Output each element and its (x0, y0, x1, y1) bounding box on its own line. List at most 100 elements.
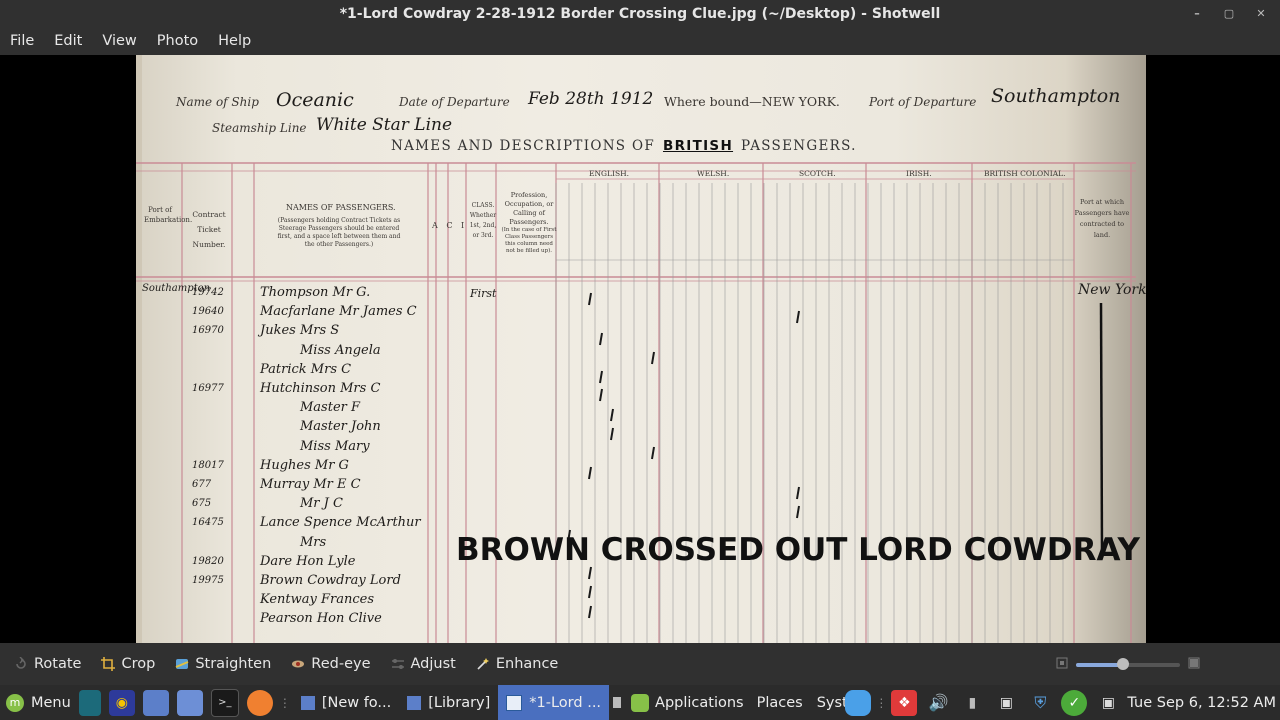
row-ticket: 19820 (192, 555, 224, 567)
launcher-firefox[interactable] (243, 685, 277, 720)
tray-cloud[interactable] (841, 685, 875, 720)
tray-camera[interactable]: ▣ (989, 685, 1023, 720)
launcher-folder[interactable] (173, 685, 207, 720)
menu-file[interactable]: File (0, 33, 44, 49)
redeye-label: Red-eye (311, 656, 371, 672)
zoom-in-icon[interactable] (1188, 657, 1200, 673)
col-group-english: ENGLISH. (589, 169, 630, 178)
zoom-out-icon[interactable] (1056, 657, 1068, 673)
task-shotwell-label: *1-Lord ... (529, 694, 602, 711)
rotate-button[interactable]: Rotate (14, 656, 81, 672)
rotate-icon (14, 657, 28, 671)
row-passenger-name: Mr J C (300, 496, 343, 512)
launcher-vpn[interactable]: ◉ (105, 685, 139, 720)
task-library-icon (407, 695, 422, 710)
tally-mark (588, 585, 592, 599)
launcher-terminal[interactable]: >_ (207, 685, 243, 720)
clock[interactable]: Tue Sep 6, 12:52 AM (1125, 685, 1280, 720)
task-shotwell-icon (506, 694, 523, 711)
firefox-icon (246, 689, 273, 716)
row-passenger-name: Brown Cowdray Lord (260, 573, 401, 588)
col-contract-ticket: Contract Ticket Number. (192, 210, 226, 249)
volume-icon: 🔊 (928, 693, 949, 712)
network-icon: ▣ (1101, 694, 1116, 711)
tally-mark (796, 505, 800, 519)
task-library-label: [Library] (428, 694, 491, 711)
row-passenger-name: Master John (300, 419, 381, 435)
row-ticket: 675 (192, 498, 212, 510)
col-profession-note: (In the case of First Class Passengers t… (501, 227, 557, 254)
zoom-slider[interactable] (1076, 658, 1180, 670)
enhance-icon (476, 657, 490, 671)
rotate-label: Rotate (34, 656, 82, 672)
row-passenger-name: Jukes Mrs S (260, 323, 340, 339)
adjust-label: Adjust (410, 656, 456, 672)
mint-logo-icon: m (6, 693, 24, 712)
adjust-button[interactable]: Adjust (391, 656, 456, 672)
task-new-folder[interactable]: [New fo... (293, 685, 399, 720)
tray-network[interactable]: ▣ (1091, 685, 1125, 720)
row-ticket: 16475 (192, 517, 224, 529)
update-check-icon: ✓ (1061, 689, 1088, 716)
tally-mark (651, 446, 655, 460)
straighten-button[interactable]: Straighten (175, 656, 271, 672)
launcher-files[interactable] (139, 685, 173, 720)
col-group-british-colonial: BRITISH COLONIAL. (984, 169, 1066, 178)
row-passenger-name: Patrick Mrs C (260, 361, 352, 377)
row-passenger-name: Master F (300, 400, 361, 416)
task-library[interactable]: [Library] (399, 685, 498, 720)
anydesk-icon: ❖ (891, 689, 918, 716)
applications-menu[interactable]: Applications (625, 685, 750, 720)
menu-help[interactable]: Help (208, 33, 261, 49)
window-title: *1-Lord Cowdray 2-28-1912 Border Crossin… (339, 5, 941, 22)
enhance-button[interactable]: Enhance (476, 656, 558, 672)
straighten-icon (175, 657, 189, 671)
row-passenger-name: Hughes Mr G (260, 457, 349, 473)
folder-open-icon (176, 689, 203, 716)
row-passenger-name: Kentway Frances (260, 592, 375, 608)
tray-volume[interactable]: 🔊 (921, 685, 955, 720)
trash-icon (613, 697, 622, 708)
zoom-control[interactable] (1056, 657, 1200, 673)
photo-viewer[interactable]: Name of Ship Oceanic Date of Departure F… (0, 55, 1280, 643)
vpn-icon: ◉ (108, 689, 135, 716)
redeye-button[interactable]: Red-eye (291, 656, 371, 672)
row-passenger-name: Mrs (300, 534, 327, 550)
caption-overlay: BROWN CROSSED OUT LORD COWDRAY (456, 532, 1140, 568)
applications-label: Applications (655, 694, 744, 711)
trash-applet[interactable] (609, 685, 625, 720)
tally-mark (588, 605, 592, 619)
edit-toolbar: Rotate Crop Straighten Red-eye Adjust En… (0, 643, 1280, 685)
col-passenger-names: NAMES OF PASSENGERS. (286, 203, 396, 212)
tally-mark (599, 332, 603, 346)
zoom-slider-fill (1076, 663, 1123, 667)
places-menu[interactable]: Places (750, 685, 810, 720)
tray-separator: ⋮ (875, 695, 888, 710)
close-button[interactable]: ✕ (1252, 4, 1270, 22)
col-group-irish: IRISH. (906, 169, 932, 178)
tray-clipboard[interactable]: ▮ (955, 685, 989, 720)
redeye-icon (291, 657, 305, 671)
col-group-welsh: WELSH. (697, 169, 730, 178)
menu-edit[interactable]: Edit (44, 33, 92, 49)
tray-shield[interactable]: ⛨ (1023, 685, 1057, 720)
zoom-slider-knob[interactable] (1116, 658, 1129, 670)
tray-update[interactable]: ✓ (1057, 685, 1091, 720)
crop-icon (101, 657, 116, 671)
restore-button[interactable]: ▢ (1220, 4, 1238, 22)
row-ticket: 19742 (192, 287, 224, 298)
show-desktop-button[interactable] (75, 685, 105, 720)
task-shotwell[interactable]: *1-Lord ... (498, 685, 610, 720)
menu-button[interactable]: m Menu (0, 685, 75, 720)
tally-mark (796, 486, 800, 500)
minimize-button[interactable]: – (1188, 4, 1206, 22)
col-class: CLASS. Whether 1st, 2nd, or 3rd. (469, 202, 497, 239)
applications-icon (631, 693, 650, 712)
row-ticket: 18017 (192, 459, 224, 471)
menu-photo[interactable]: Photo (147, 33, 208, 49)
tray-anydesk[interactable]: ❖ (887, 685, 921, 720)
row-passenger-name: Miss Angela (300, 342, 381, 358)
row-ticket: 19975 (192, 575, 224, 586)
crop-button[interactable]: Crop (101, 656, 155, 672)
menu-view[interactable]: View (92, 33, 146, 49)
